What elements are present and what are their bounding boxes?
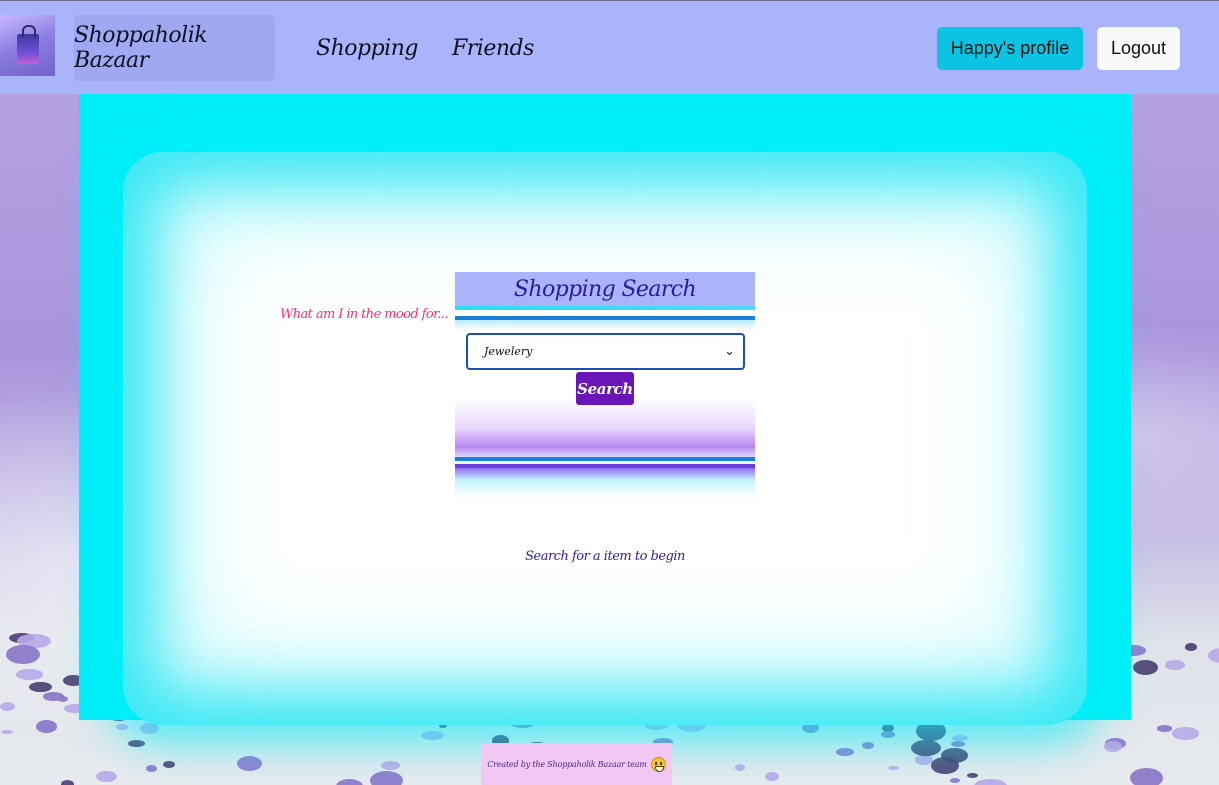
confetti-dot	[1172, 727, 1199, 740]
confetti-dot	[910, 739, 941, 757]
confetti-dot	[127, 739, 145, 747]
confetti-dot	[1, 729, 14, 735]
mood-label: What am I in the mood for...	[280, 307, 448, 322]
confetti-dot	[949, 777, 961, 784]
logout-button[interactable]: Logout	[1097, 27, 1180, 70]
confetti-dot	[35, 720, 57, 733]
confetti-dot	[420, 730, 444, 740]
confetti-dot	[1104, 740, 1123, 753]
confetti-dot	[162, 760, 175, 768]
footer: Created by the Shoppaholik Bazaar team	[481, 743, 672, 785]
divider	[455, 457, 755, 461]
chevron-down-icon: ⌄	[724, 344, 735, 359]
confetti-dot	[735, 764, 746, 772]
search-hint: Search for a item to begin	[525, 549, 685, 564]
confetti-dot	[6, 645, 40, 665]
nav-shopping-link[interactable]: Shopping	[316, 15, 418, 81]
search-button[interactable]: Search	[576, 372, 634, 405]
confetti-dot	[1208, 648, 1219, 663]
confetti-dot	[115, 724, 128, 730]
confetti-dot	[380, 760, 400, 771]
confetti-dot	[1164, 660, 1185, 670]
category-selected-value: Jewelery	[484, 345, 533, 358]
confetti-dot	[16, 669, 43, 680]
confetti-dot	[1129, 767, 1163, 785]
confetti-dot	[765, 771, 780, 782]
category-select-box[interactable]: Jewelery ⌄	[466, 333, 745, 370]
confetti-dot	[29, 681, 52, 693]
search-title: Shopping Search	[455, 272, 755, 306]
confetti-dot	[61, 780, 74, 785]
confetti-dot	[836, 747, 855, 757]
nav-friends-link[interactable]: Friends	[452, 15, 534, 81]
confetti-dot	[888, 766, 900, 771]
confetti-dot	[145, 765, 158, 773]
confetti-dot	[1132, 659, 1159, 676]
confetti-dot	[0, 702, 16, 712]
search-box: Shopping Search Jewelery ⌄ Search	[455, 272, 755, 502]
confetti-dot	[370, 771, 403, 785]
divider	[455, 468, 755, 498]
confetti-dot	[880, 731, 895, 739]
logo[interactable]	[0, 15, 55, 76]
confetti-dot	[950, 740, 965, 747]
confetti-dot	[966, 773, 979, 779]
divider	[455, 320, 755, 330]
grinning-face-icon	[650, 756, 666, 772]
category-select[interactable]: Jewelery ⌄	[466, 333, 745, 370]
navbar: Shoppaholik Bazaar Shopping Friends Happ…	[0, 0, 1219, 94]
confetti-dot	[1185, 643, 1198, 651]
confetti-dot	[1156, 725, 1173, 732]
confetti-dot	[335, 778, 363, 785]
confetti-dot	[952, 735, 968, 741]
footer-credit: Created by the Shoppaholik Bazaar team	[487, 759, 647, 769]
profile-button[interactable]: Happy's profile	[937, 27, 1083, 70]
confetti-dot	[236, 756, 262, 772]
confetti-dot	[941, 747, 968, 764]
confetti-dot	[973, 778, 1007, 785]
divider	[455, 306, 755, 310]
confetti-dot	[95, 770, 117, 783]
confetti-dot	[861, 741, 874, 749]
shopping-bag-icon	[16, 24, 39, 64]
nav-brand-link[interactable]: Shoppaholik Bazaar	[74, 15, 275, 81]
